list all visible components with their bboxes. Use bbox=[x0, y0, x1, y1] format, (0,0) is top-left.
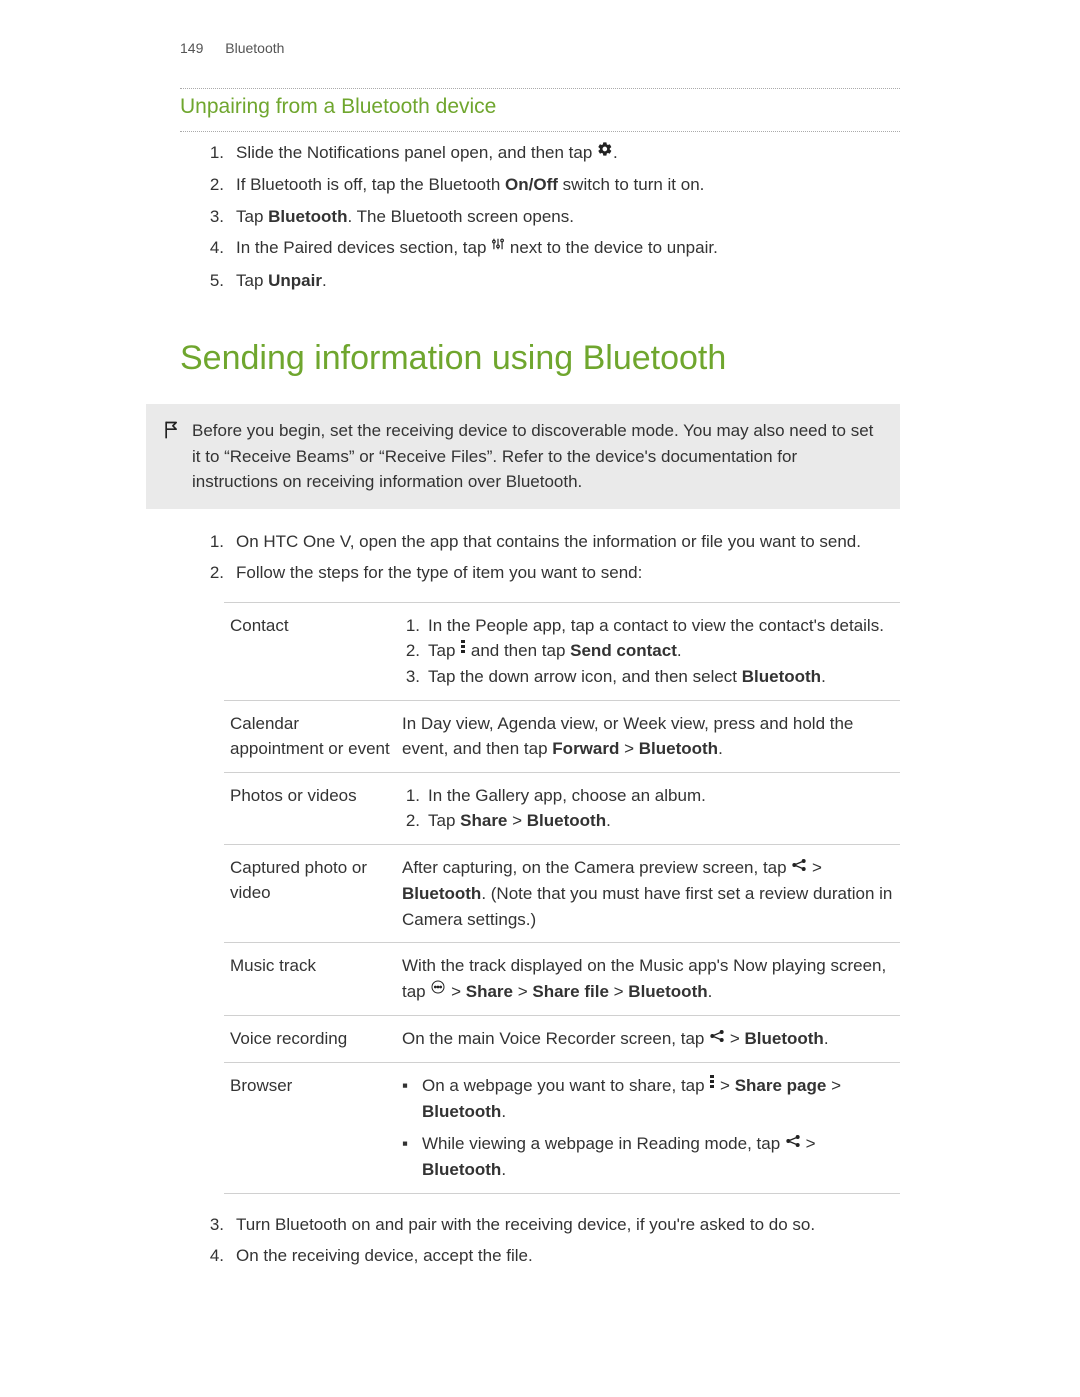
row-music: Music track With the track displayed on … bbox=[224, 943, 900, 1016]
sliders-icon bbox=[491, 234, 505, 260]
send-steps-top: 1. On HTC One V, open the app that conta… bbox=[180, 529, 900, 586]
overflow-menu-icon bbox=[709, 1072, 715, 1098]
note-text: Before you begin, set the receiving devi… bbox=[192, 418, 880, 495]
send-table: Contact 1.In the People app, tap a conta… bbox=[224, 602, 900, 1194]
row-photos: Photos or videos 1.In the Gallery app, c… bbox=[224, 772, 900, 844]
page-root: 149 Bluetooth Unpairing from a Bluetooth… bbox=[0, 0, 1080, 1397]
unpair-steps: 1. Slide the Notifications panel open, a… bbox=[180, 140, 900, 293]
note-box: Before you begin, set the receiving devi… bbox=[146, 404, 900, 509]
send-step-3: 3. Turn Bluetooth on and pair with the r… bbox=[200, 1212, 900, 1238]
section-title: Sending information using Bluetooth bbox=[180, 339, 900, 378]
flag-icon bbox=[162, 418, 182, 450]
unpair-step-1: 1. Slide the Notifications panel open, a… bbox=[200, 140, 900, 166]
dotted-separator-top bbox=[180, 88, 900, 89]
send-step-1: 1. On HTC One V, open the app that conta… bbox=[200, 529, 900, 555]
unpair-step-3: 3. Tap Bluetooth. The Bluetooth screen o… bbox=[200, 204, 900, 230]
page-number: 149 bbox=[180, 40, 203, 56]
dotted-separator-bottom bbox=[180, 131, 900, 132]
overflow-menu-icon bbox=[460, 637, 466, 663]
unpair-step-4: 4. In the Paired devices section, tap ne… bbox=[200, 235, 900, 261]
row-calendar: Calendar appointment or event In Day vie… bbox=[224, 700, 900, 772]
send-step-4: 4. On the receiving device, accept the f… bbox=[200, 1243, 900, 1269]
more-circle-icon bbox=[430, 977, 446, 1003]
share-nodes-icon bbox=[709, 1025, 725, 1051]
row-captured: Captured photo or video After capturing,… bbox=[224, 844, 900, 942]
page-header: 149 Bluetooth bbox=[180, 40, 900, 56]
header-section: Bluetooth bbox=[225, 40, 284, 56]
row-browser: Browser ▪ On a webpage you want to share… bbox=[224, 1063, 900, 1194]
gear-icon bbox=[597, 139, 613, 165]
unpair-step-5: 5. Tap Unpair. bbox=[200, 268, 900, 294]
row-contact: Contact 1.In the People app, tap a conta… bbox=[224, 602, 900, 700]
send-steps-bottom: 3. Turn Bluetooth on and pair with the r… bbox=[180, 1212, 900, 1269]
share-nodes-icon bbox=[791, 854, 807, 880]
unpair-step-2: 2. If Bluetooth is off, tap the Bluetoot… bbox=[200, 172, 900, 198]
send-step-2: 2. Follow the steps for the type of item… bbox=[200, 560, 900, 586]
subsection-title: Unpairing from a Bluetooth device bbox=[180, 93, 900, 119]
share-nodes-icon bbox=[785, 1130, 801, 1156]
row-voice: Voice recording On the main Voice Record… bbox=[224, 1015, 900, 1062]
